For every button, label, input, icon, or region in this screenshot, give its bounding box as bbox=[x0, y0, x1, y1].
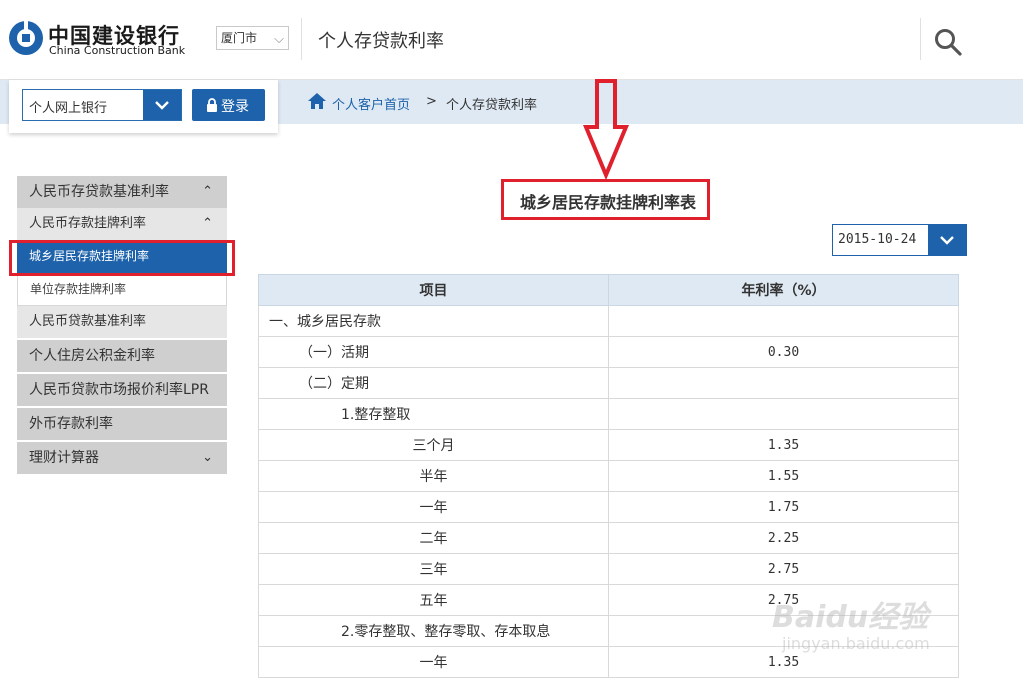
dropdown-button[interactable] bbox=[143, 90, 181, 120]
sidebar-label: 人民币存贷款基准利率 bbox=[29, 184, 169, 200]
breadcrumb-home-link[interactable]: 个人客户首页 bbox=[332, 94, 410, 113]
cell-rate: 2.25 bbox=[608, 522, 959, 554]
breadcrumb-separator: > bbox=[426, 94, 437, 109]
cell-rate: 1.75 bbox=[608, 491, 959, 523]
sidebar-label: 理财计算器 bbox=[29, 450, 99, 466]
cell-item: 五年 bbox=[258, 584, 609, 616]
table-row: 三年 2.75 bbox=[258, 553, 959, 585]
dropdown-button[interactable] bbox=[928, 225, 966, 255]
bank-name-en: China Construction Bank bbox=[49, 44, 186, 57]
table-row: 一、城乡居民存款 bbox=[258, 305, 959, 337]
cell-item: （二）定期 bbox=[258, 367, 609, 399]
date-select[interactable]: 2015-10-24 bbox=[832, 224, 967, 256]
cell-rate bbox=[608, 398, 959, 430]
login-label: 登录 bbox=[221, 98, 249, 114]
annotation-arrow bbox=[583, 79, 629, 179]
sidebar-group-deposit-loan-base-rate[interactable]: 人民币存贷款基准利率 ⌃ bbox=[17, 176, 227, 208]
sidebar-group-calculator[interactable]: 理财计算器 ⌄ bbox=[17, 442, 227, 474]
rates-table-body: 一、城乡居民存款 （一）活期 0.30 （二）定期 1.整存整取 三个月 1.35 半年 1.5… bbox=[258, 305, 959, 678]
table-row: 一年 1.35 bbox=[258, 646, 959, 678]
sidebar: 人民币存贷款基准利率 ⌃ 人民币存款挂牌利率 ⌃ 城乡居民存款挂牌利率 单位存款… bbox=[17, 176, 227, 474]
lock-icon bbox=[207, 98, 217, 112]
chevron-down-icon: ⌄ bbox=[202, 450, 213, 465]
cell-rate: 0.30 bbox=[608, 336, 959, 368]
table-header-row: 项目 年利率（%） bbox=[258, 274, 959, 306]
table-row: 二年 2.25 bbox=[258, 522, 959, 554]
sidebar-item-corporate-deposit-rates[interactable]: 单位存款挂牌利率 bbox=[17, 273, 227, 306]
rates-table: 项目 年利率（%） 一、城乡居民存款 （一）活期 0.30 （二）定期 1.整存整取 三个… bbox=[258, 274, 959, 678]
cell-rate bbox=[608, 305, 959, 337]
chevron-up-icon: ⌃ bbox=[202, 216, 213, 231]
cell-rate: 2.75 bbox=[608, 553, 959, 585]
city-select[interactable]: 厦门市 ⌵ bbox=[216, 26, 289, 50]
home-icon[interactable] bbox=[308, 93, 326, 109]
chevron-down-icon bbox=[155, 101, 169, 110]
sidebar-label: 单位存款挂牌利率 bbox=[30, 282, 127, 296]
table-row: （二）定期 bbox=[258, 367, 959, 399]
cell-item: 1.整存整取 bbox=[258, 398, 609, 430]
site-header: 中国建设银行 China Construction Bank 厦门市 ⌵ 个人存… bbox=[0, 0, 1023, 80]
sidebar-label: 人民币存款挂牌利率 bbox=[29, 216, 147, 231]
table-title: 城乡居民存款挂牌利率表 bbox=[520, 193, 697, 212]
sidebar-label: 人民币贷款市场报价利率LPR bbox=[29, 382, 209, 398]
cell-rate bbox=[608, 367, 959, 399]
date-value: 2015-10-24 bbox=[838, 232, 917, 247]
sidebar-item-rmb-loan-base-rate[interactable]: 人民币贷款基准利率 bbox=[17, 306, 227, 338]
sidebar-label: 个人住房公积金利率 bbox=[29, 348, 155, 364]
cell-item: 一年 bbox=[258, 646, 609, 678]
table-row: 2.零存整取、整存零取、存本取息 bbox=[258, 615, 959, 647]
bank-channel-label: 个人网上银行 bbox=[29, 101, 108, 116]
bank-channel-select[interactable]: 个人网上银行 bbox=[22, 89, 182, 121]
sidebar-label: 外币存款利率 bbox=[29, 416, 113, 432]
cell-rate: 2.75 bbox=[608, 584, 959, 616]
cell-rate: 1.35 bbox=[608, 429, 959, 461]
sidebar-group-fx-deposit-rate[interactable]: 外币存款利率 bbox=[17, 408, 227, 440]
cell-rate bbox=[608, 615, 959, 647]
cell-item: （一）活期 bbox=[258, 336, 609, 368]
cell-item: 二年 bbox=[258, 522, 609, 554]
cell-item: 半年 bbox=[258, 460, 609, 492]
cell-item: 一、城乡居民存款 bbox=[258, 305, 609, 337]
header-divider bbox=[301, 18, 302, 60]
column-header-rate: 年利率（%） bbox=[608, 274, 959, 306]
cell-item: 2.零存整取、整存零取、存本取息 bbox=[258, 615, 609, 647]
login-button[interactable]: 登录 bbox=[192, 89, 265, 121]
header-divider bbox=[920, 18, 921, 60]
cell-rate: 1.55 bbox=[608, 460, 959, 492]
sidebar-label: 人民币贷款基准利率 bbox=[29, 314, 147, 329]
column-header-item: 项目 bbox=[258, 274, 609, 306]
annotation-highlight-box bbox=[9, 240, 235, 276]
table-row: 三个月 1.35 bbox=[258, 429, 959, 461]
sidebar-group-housing-fund-rate[interactable]: 个人住房公积金利率 bbox=[17, 340, 227, 372]
chevron-up-icon: ⌃ bbox=[202, 184, 213, 199]
table-row: 一年 1.75 bbox=[258, 491, 959, 523]
cell-item: 三年 bbox=[258, 553, 609, 585]
city-label: 厦门市 bbox=[221, 31, 258, 45]
table-row: 半年 1.55 bbox=[258, 460, 959, 492]
sidebar-group-lpr[interactable]: 人民币贷款市场报价利率LPR bbox=[17, 374, 227, 406]
table-row: 五年 2.75 bbox=[258, 584, 959, 616]
search-icon[interactable] bbox=[933, 27, 963, 57]
cell-item: 一年 bbox=[258, 491, 609, 523]
chevron-down-icon: ⌵ bbox=[274, 32, 284, 47]
cell-item: 三个月 bbox=[258, 429, 609, 461]
sidebar-item-rmb-deposit-rates[interactable]: 人民币存款挂牌利率 ⌃ bbox=[17, 208, 227, 240]
table-row: （一）活期 0.30 bbox=[258, 336, 959, 368]
cell-rate: 1.35 bbox=[608, 646, 959, 678]
page-title: 个人存贷款利率 bbox=[318, 31, 444, 52]
breadcrumb-current: 个人存贷款利率 bbox=[446, 98, 538, 113]
ccb-logo-icon[interactable] bbox=[8, 20, 44, 56]
chevron-down-icon bbox=[940, 236, 954, 245]
table-row: 1.整存整取 bbox=[258, 398, 959, 430]
